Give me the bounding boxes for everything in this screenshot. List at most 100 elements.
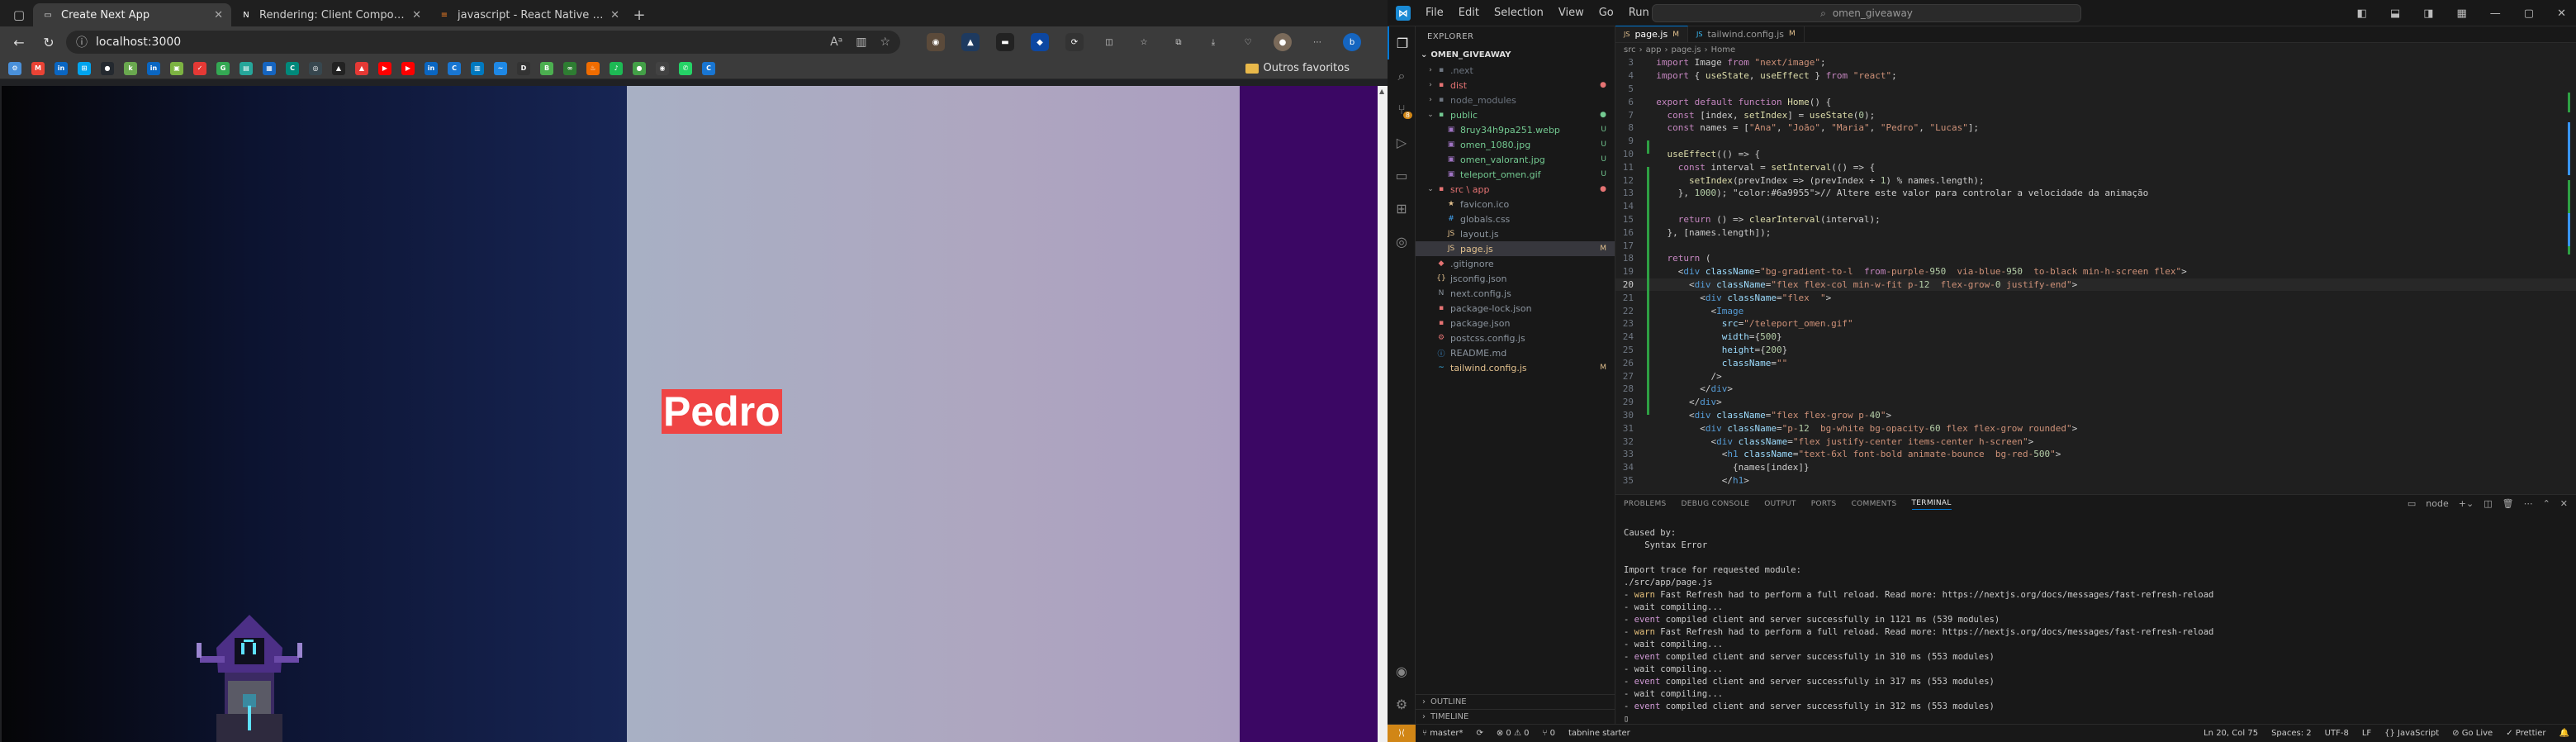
fire-icon[interactable]: ♨ — [586, 61, 600, 75]
timeline-section[interactable]: › TIMELINE — [1416, 709, 1615, 724]
explorer-icon[interactable]: ❐ — [1388, 26, 1416, 59]
tree-item[interactable]: ▣ teleport_omen.gif U — [1416, 167, 1615, 182]
remote-indicator-icon[interactable]: ⟩⟨ — [1388, 724, 1416, 742]
problems-indicator[interactable]: ⊗ 0 ⚠ 0 — [1490, 729, 1536, 738]
green-icon[interactable]: ● — [633, 61, 646, 75]
github-icon[interactable]: ● — [101, 61, 114, 75]
favorites-icon[interactable]: ☆ — [1135, 33, 1153, 51]
terminal-shell-name[interactable]: node — [2426, 498, 2448, 509]
editor-tab[interactable]: JS tailwind.config.js M — [1688, 26, 1805, 42]
gear-icon[interactable]: ⚙ — [8, 61, 21, 75]
run-debug-icon[interactable]: ▷ — [1388, 126, 1416, 159]
go-live-button[interactable]: ⊘ Go Live — [2446, 729, 2499, 738]
address-bar[interactable]: ⓘ localhost:3000 A͏ᵃ ▥ ☆ — [66, 31, 900, 54]
menu-item-file[interactable]: File — [1426, 7, 1444, 19]
menu-item-go[interactable]: Go — [1599, 7, 1614, 19]
chart-icon[interactable]: ▤ — [240, 61, 253, 75]
branch-indicator[interactable]: ⑂ master* — [1416, 729, 1469, 738]
extensions-icon[interactable]: ⊞ — [1388, 192, 1416, 225]
other-favorites-folder[interactable]: Outros favoritos — [1245, 62, 1350, 74]
workspaces-icon[interactable]: ▢ — [5, 3, 33, 26]
new-terminal-icon[interactable]: +⌄ — [2459, 498, 2474, 509]
extension-icon[interactable]: ▲ — [961, 33, 980, 51]
c-icon[interactable]: C — [448, 61, 461, 75]
tree-item[interactable]: JS page.js M — [1416, 241, 1615, 256]
tree-item[interactable]: ⚙ postcss.config.js — [1416, 331, 1615, 345]
infinity-icon[interactable]: ∞ — [563, 61, 576, 75]
address-text[interactable]: localhost:3000 — [96, 36, 181, 49]
split-screen-icon[interactable]: ◫ — [1100, 33, 1118, 51]
panel-tab-ports[interactable]: PORTS — [1811, 500, 1837, 508]
command-center-search[interactable]: ⌕ omen_giveaway — [1652, 4, 2081, 22]
browser-tab[interactable]: ▭ Create Next App ✕ — [33, 3, 231, 26]
extension-icon[interactable]: ⟳ — [1065, 33, 1084, 51]
notifications-icon[interactable]: 🔔 — [2553, 729, 2576, 738]
toggle-sidebar-icon[interactable]: ◧ — [2357, 7, 2367, 20]
close-tab-icon[interactable]: ✕ — [610, 9, 619, 21]
indentation[interactable]: Spaces: 2 — [2265, 729, 2318, 738]
remote-icon[interactable]: ▭ — [1388, 159, 1416, 192]
editor-tab[interactable]: JS page.js M — [1615, 26, 1688, 42]
breadcrumb-item[interactable]: app — [1646, 45, 1662, 55]
favorite-star-icon[interactable]: ☆ — [880, 36, 890, 49]
project-root[interactable]: ⌄ OMEN_GIVEAWAY — [1416, 46, 1615, 63]
trello-icon[interactable]: ▥ — [471, 61, 484, 75]
sync-icon[interactable]: ⟳ — [1469, 729, 1489, 738]
whatsapp-icon[interactable]: ✆ — [679, 61, 692, 75]
tabnine-status[interactable]: tabnine starter — [1562, 729, 1637, 738]
extension-icon[interactable]: ◆ — [1031, 33, 1049, 51]
tree-item[interactable]: ⌄ ▪ src \ app ● — [1416, 182, 1615, 197]
tree-item[interactable]: # globals.css — [1416, 212, 1615, 226]
youtube-icon[interactable]: ▶ — [401, 61, 415, 75]
page-scrollbar[interactable]: ▲ — [1378, 86, 1388, 742]
c-icon[interactable]: C — [702, 61, 715, 75]
extension-icon[interactable]: ◉ — [927, 33, 945, 51]
tree-item[interactable]: › ▪ .next — [1416, 63, 1615, 78]
downloads-icon[interactable]: ⤓ — [1204, 33, 1222, 51]
extension-icon[interactable]: ▬ — [996, 33, 1014, 51]
tree-item[interactable]: {} jsconfig.json — [1416, 271, 1615, 286]
tree-item[interactable]: ⓘ README.md — [1416, 345, 1615, 360]
toggle-panel-icon[interactable]: ⬓ — [2390, 7, 2400, 20]
profile-avatar[interactable]: ● — [1274, 33, 1292, 51]
chat-icon[interactable]: ◉ — [656, 61, 669, 75]
layout-icon[interactable]: ▦ — [2457, 7, 2467, 20]
cube-icon[interactable]: ▦ — [263, 61, 276, 75]
tree-item[interactable]: Nnext.config.js — [1416, 286, 1615, 301]
kill-terminal-icon[interactable]: 🗑 — [2502, 498, 2514, 509]
linkedin-icon[interactable]: in — [425, 61, 438, 75]
d-icon[interactable]: D — [517, 61, 530, 75]
end-of-line[interactable]: LF — [2355, 729, 2378, 738]
breadcrumb-item[interactable]: page.js — [1671, 45, 1701, 55]
source-control-icon[interactable]: ⑂ 8 — [1388, 93, 1416, 126]
maximize-icon[interactable]: ▢ — [2524, 7, 2534, 20]
manage-gear-icon[interactable]: ⚙ — [1388, 687, 1416, 721]
close-icon[interactable]: ✕ — [2557, 7, 2566, 20]
ports-indicator[interactable]: ⑂ 0 — [1535, 729, 1562, 738]
linkedin-icon[interactable]: in — [55, 61, 68, 75]
code-area[interactable]: 3 import Image from "next/image"; 4 impor… — [1615, 56, 2576, 494]
split-terminal-icon[interactable]: ◫ — [2483, 498, 2492, 509]
collections-icon[interactable]: ⧉ — [1169, 33, 1188, 51]
close-tab-icon[interactable]: ✕ — [412, 9, 421, 21]
menu-item-run[interactable]: Run — [1629, 7, 1649, 19]
warning-icon[interactable]: ▲ — [355, 61, 368, 75]
toggle-secondary-icon[interactable]: ◨ — [2423, 7, 2433, 20]
more-icon[interactable]: ⋯ — [1308, 33, 1326, 51]
encoding[interactable]: UTF-8 — [2318, 729, 2355, 738]
back-button[interactable]: ← — [7, 30, 31, 55]
tree-item[interactable]: › ▪ dist ● — [1416, 78, 1615, 93]
tree-item[interactable]: ▣ omen_valorant.jpg U — [1416, 152, 1615, 167]
bing-icon[interactable]: b — [1343, 33, 1361, 51]
browser-tab[interactable]: ≡ javascript - React Native - "Rou… ✕ — [429, 3, 628, 26]
info-icon[interactable]: ⓘ — [76, 34, 88, 50]
scroll-up-icon[interactable]: ▲ — [1379, 88, 1384, 95]
windows-icon[interactable]: ⊞ — [78, 61, 91, 75]
reload-button[interactable]: ↻ — [36, 30, 61, 55]
tree-item[interactable]: ▣ omen_1080.jpg U — [1416, 137, 1615, 152]
tree-item[interactable]: ▣ 8ruy34h9pa251.webp U — [1416, 122, 1615, 137]
account-icon[interactable]: ◉ — [1388, 654, 1416, 687]
prettier-status[interactable]: ✓ Prettier — [2499, 729, 2552, 738]
close-panel-icon[interactable]: ✕ — [2560, 498, 2568, 509]
spotify-icon[interactable]: ♪ — [610, 61, 623, 75]
